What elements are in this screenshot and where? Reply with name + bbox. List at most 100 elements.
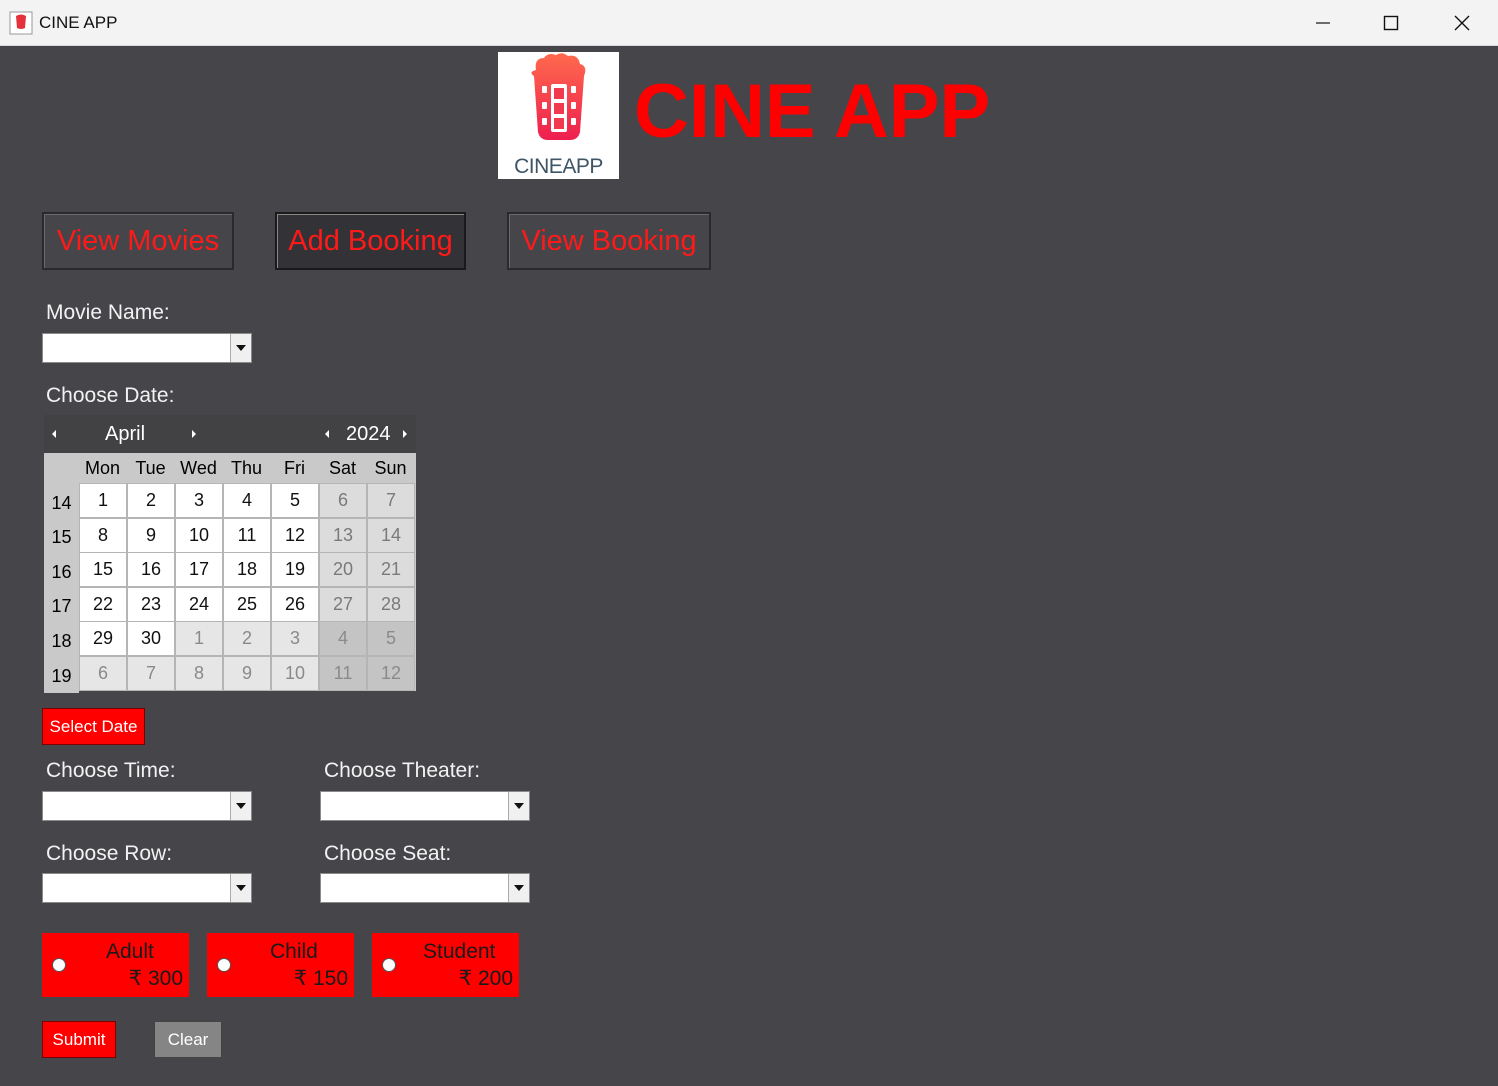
choose-row-label: Choose Row: xyxy=(46,842,173,865)
ticket-name: Child xyxy=(270,940,318,963)
week-number: 17 xyxy=(44,589,79,624)
dropdown-button[interactable] xyxy=(230,874,251,902)
calendar-day[interactable]: 22 xyxy=(79,586,127,622)
calendar-day[interactable]: 2 xyxy=(223,621,271,657)
calendar-day[interactable]: 23 xyxy=(127,586,175,622)
choose-time-select[interactable] xyxy=(42,791,252,821)
calendar-day[interactable]: 8 xyxy=(175,656,223,691)
calendar-day[interactable]: 1 xyxy=(79,483,127,518)
calendar-day[interactable]: 9 xyxy=(127,517,175,553)
choose-theater-select[interactable] xyxy=(320,791,530,821)
chevron-down-icon xyxy=(514,803,524,809)
calendar-day[interactable]: 12 xyxy=(271,517,319,553)
calendar-day[interactable]: 10 xyxy=(175,517,223,553)
calendar-day[interactable]: 7 xyxy=(127,656,175,691)
week-number: 19 xyxy=(44,659,79,693)
date-calendar[interactable]: April 2024 Mon Tue Wed Thu Fri Sat Sun 14 1 2 3 4 5 6… xyxy=(44,415,416,693)
calendar-day[interactable]: 26 xyxy=(271,586,319,622)
minimize-button[interactable] xyxy=(1288,0,1358,46)
radio-button[interactable] xyxy=(382,958,396,972)
dropdown-button[interactable] xyxy=(508,792,529,820)
ticket-option-adult[interactable]: Adult ₹ 300 xyxy=(42,933,189,997)
app-icon xyxy=(9,11,33,35)
next-month-icon[interactable] xyxy=(190,429,198,439)
calendar-day[interactable]: 19 xyxy=(271,552,319,588)
calendar-day[interactable]: 10 xyxy=(271,656,319,691)
weekday-header: Thu xyxy=(223,453,270,483)
close-button[interactable] xyxy=(1427,0,1497,46)
calendar-day[interactable]: 20 xyxy=(319,552,367,588)
app-logo: CINEAPP xyxy=(498,52,619,179)
calendar-day[interactable]: 7 xyxy=(367,483,415,518)
calendar-month: April xyxy=(105,423,146,445)
calendar-day[interactable]: 5 xyxy=(367,621,415,657)
calendar-day[interactable]: 8 xyxy=(79,517,127,553)
app-heading: CINE APP xyxy=(634,69,991,154)
calendar-day[interactable]: 30 xyxy=(127,621,175,657)
calendar-day[interactable]: 17 xyxy=(175,552,223,588)
chevron-down-icon xyxy=(236,885,246,891)
calendar-day[interactable]: 28 xyxy=(367,586,415,622)
calendar-day[interactable]: 13 xyxy=(319,517,367,553)
ticket-name: Student xyxy=(423,940,496,963)
calendar-day[interactable]: 16 xyxy=(127,552,175,588)
clear-button[interactable]: Clear xyxy=(154,1021,222,1058)
choose-row-select[interactable] xyxy=(42,873,252,903)
calendar-day[interactable]: 12 xyxy=(367,656,415,691)
ticket-option-child[interactable]: Child ₹ 150 xyxy=(207,933,354,997)
select-date-button[interactable]: Select Date xyxy=(42,708,145,745)
calendar-day[interactable]: 1 xyxy=(175,621,223,657)
ticket-price: ₹ 300 xyxy=(128,967,183,990)
chevron-down-icon xyxy=(514,885,524,891)
next-year-icon[interactable] xyxy=(401,429,409,439)
calendar-day[interactable]: 24 xyxy=(175,586,223,622)
prev-month-icon[interactable] xyxy=(50,429,58,439)
view-movies-button[interactable]: View Movies xyxy=(42,212,234,270)
choose-seat-select[interactable] xyxy=(320,873,530,903)
calendar-day[interactable]: 27 xyxy=(319,586,367,622)
radio-button[interactable] xyxy=(52,958,66,972)
week-number: 15 xyxy=(44,520,79,555)
ticket-option-student[interactable]: Student ₹ 200 xyxy=(372,933,519,997)
dropdown-button[interactable] xyxy=(508,874,529,902)
calendar-day[interactable]: 4 xyxy=(319,621,367,657)
radio-button[interactable] xyxy=(217,958,231,972)
calendar-day[interactable]: 6 xyxy=(319,483,367,518)
choose-seat-label: Choose Seat: xyxy=(324,842,452,865)
calendar-day[interactable]: 5 xyxy=(271,483,319,518)
calendar-day[interactable]: 4 xyxy=(223,483,271,518)
choose-theater-label: Choose Theater: xyxy=(324,759,481,782)
calendar-day[interactable]: 18 xyxy=(223,552,271,588)
movie-name-select[interactable] xyxy=(42,333,252,363)
calendar-year: 2024 xyxy=(346,423,391,445)
calendar-day[interactable]: 11 xyxy=(223,517,271,553)
dropdown-button[interactable] xyxy=(230,792,251,820)
weekday-header: Mon xyxy=(79,453,126,483)
window-title: CINE APP xyxy=(39,13,118,32)
week-number: 14 xyxy=(44,486,79,520)
calendar-day[interactable]: 25 xyxy=(223,586,271,622)
chevron-down-icon xyxy=(236,803,246,809)
add-booking-button[interactable]: Add Booking xyxy=(275,212,466,270)
dropdown-button[interactable] xyxy=(230,334,251,362)
view-booking-button[interactable]: View Booking xyxy=(507,212,711,270)
calendar-day[interactable]: 2 xyxy=(127,483,175,518)
calendar-day[interactable]: 9 xyxy=(223,656,271,691)
minimize-icon xyxy=(1316,22,1330,24)
calendar-day[interactable]: 14 xyxy=(367,517,415,553)
calendar-day[interactable]: 29 xyxy=(79,621,127,657)
calendar-day[interactable]: 11 xyxy=(319,656,367,691)
calendar-day[interactable]: 3 xyxy=(175,483,223,518)
prev-year-icon[interactable] xyxy=(323,429,331,439)
calendar-day[interactable]: 6 xyxy=(79,656,127,691)
week-number: 18 xyxy=(44,624,79,659)
ticket-price: ₹ 200 xyxy=(458,967,513,990)
calendar-day[interactable]: 15 xyxy=(79,552,127,588)
calendar-day[interactable]: 3 xyxy=(271,621,319,657)
maximize-icon xyxy=(1383,15,1399,31)
ticket-name: Adult xyxy=(106,940,154,963)
submit-button[interactable]: Submit xyxy=(42,1021,116,1058)
maximize-button[interactable] xyxy=(1356,0,1426,46)
popcorn-icon xyxy=(531,53,586,140)
calendar-day[interactable]: 21 xyxy=(367,552,415,588)
